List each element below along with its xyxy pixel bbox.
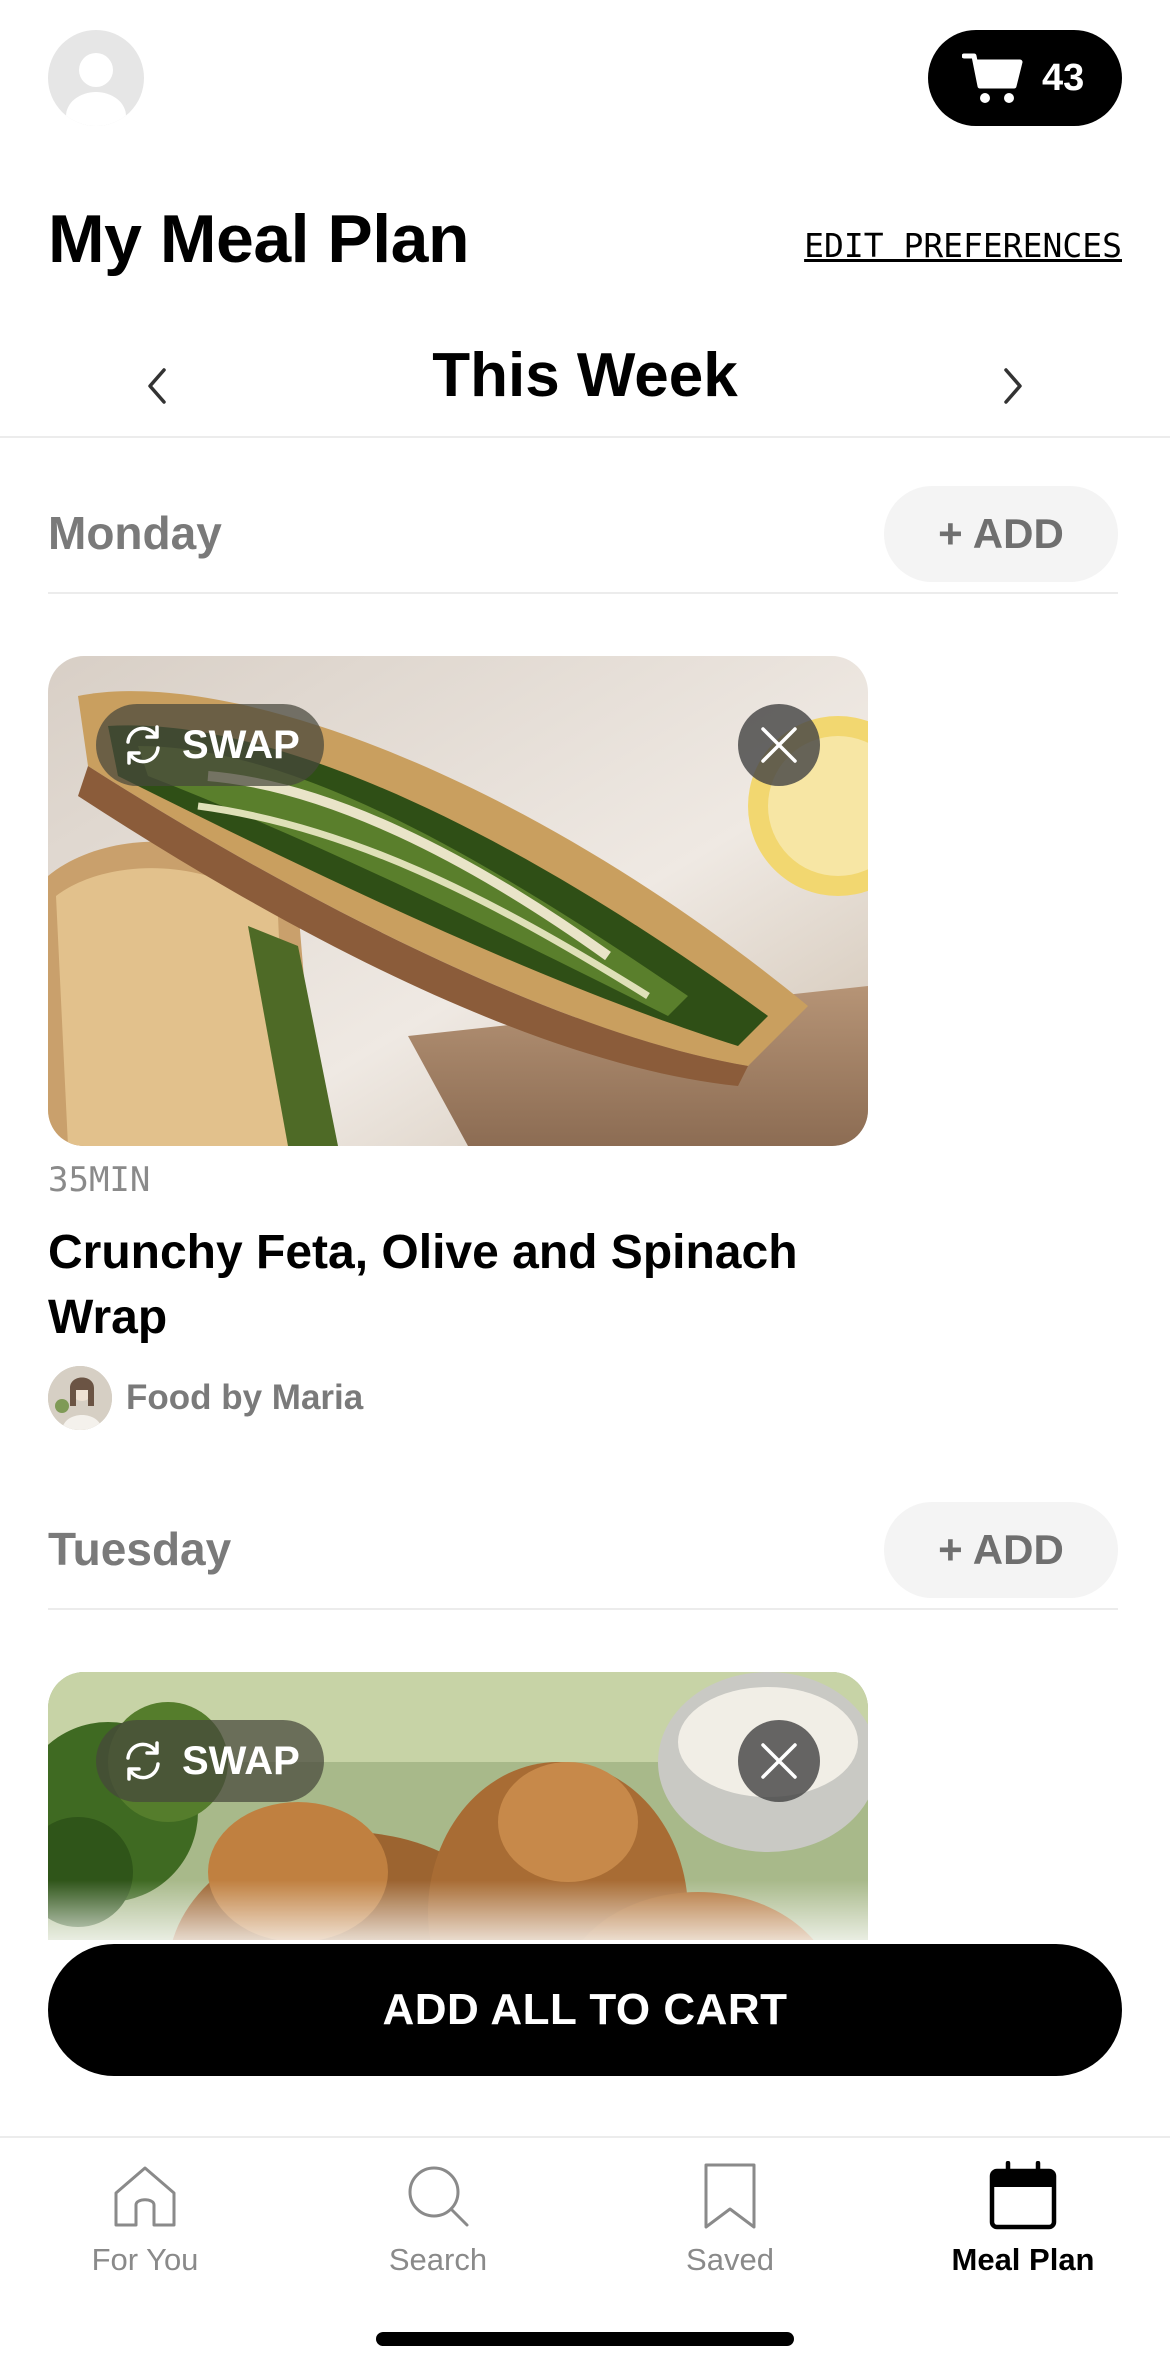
swap-refresh-icon	[126, 1741, 160, 1781]
home-indicator	[376, 2332, 794, 2346]
remove-meal-button[interactable]	[738, 704, 820, 786]
tab-for-you[interactable]: For You	[20, 2146, 270, 2278]
author-avatar	[48, 1366, 112, 1430]
close-icon	[761, 1743, 797, 1779]
tab-label: Search	[388, 2242, 488, 2277]
search-icon	[408, 2166, 469, 2227]
day-header-monday: Monday + ADD	[48, 470, 1118, 594]
day-label: Monday	[48, 507, 222, 559]
meal-cook-time: 35MIN	[48, 1160, 151, 1200]
edit-preferences-link[interactable]: EDIT PREFERENCES	[804, 226, 1122, 265]
add-meal-button[interactable]: + ADD	[884, 486, 1118, 582]
swap-button[interactable]: SWAP	[96, 1720, 324, 1802]
meal-title[interactable]: Crunchy Feta, Olive and Spinach Wrap	[48, 1220, 868, 1350]
day-label: Tuesday	[48, 1523, 232, 1575]
add-meal-button[interactable]: + ADD	[884, 1502, 1118, 1598]
cart-button[interactable]: 43	[928, 30, 1122, 126]
chevron-right-icon	[1004, 368, 1022, 404]
tab-label: For You	[91, 2242, 199, 2277]
tab-label: Saved	[686, 2242, 774, 2277]
swap-button[interactable]: SWAP	[96, 704, 324, 786]
swap-label: SWAP	[182, 1738, 300, 1783]
user-avatar-icon	[66, 53, 126, 126]
shopping-cart-icon	[962, 53, 1023, 103]
tab-saved[interactable]: Saved	[605, 2146, 855, 2278]
remove-meal-button[interactable]	[738, 1720, 820, 1802]
profile-avatar[interactable]	[48, 30, 144, 126]
meal-card[interactable]: SWAP 35MIN Crunchy Feta, Olive and Spina…	[48, 656, 868, 1430]
author-name: Food by Maria	[126, 1378, 364, 1417]
add-all-to-cart-button[interactable]: ADD ALL TO CART	[48, 1944, 1122, 2076]
page-title: My Meal Plan	[48, 201, 470, 277]
week-navigator: This Week	[0, 330, 1170, 438]
author-photo	[48, 1366, 112, 1430]
tab-search[interactable]: Search	[313, 2146, 563, 2278]
close-icon	[761, 727, 797, 763]
next-week-button[interactable]	[982, 356, 1042, 416]
home-icon	[114, 2166, 176, 2227]
swap-refresh-icon	[126, 725, 160, 765]
meal-image[interactable]: SWAP	[48, 656, 868, 1146]
day-header-tuesday: Tuesday + ADD	[48, 1486, 1118, 1610]
swap-label: SWAP	[182, 722, 300, 767]
bookmark-icon	[704, 2163, 756, 2229]
calendar-icon	[989, 2161, 1057, 2230]
tab-label: Meal Plan	[951, 2242, 1095, 2277]
meal-author[interactable]: Food by Maria	[48, 1366, 868, 1430]
tab-meal-plan[interactable]: Meal Plan	[898, 2146, 1148, 2278]
cart-count-badge: 43	[1042, 56, 1085, 99]
